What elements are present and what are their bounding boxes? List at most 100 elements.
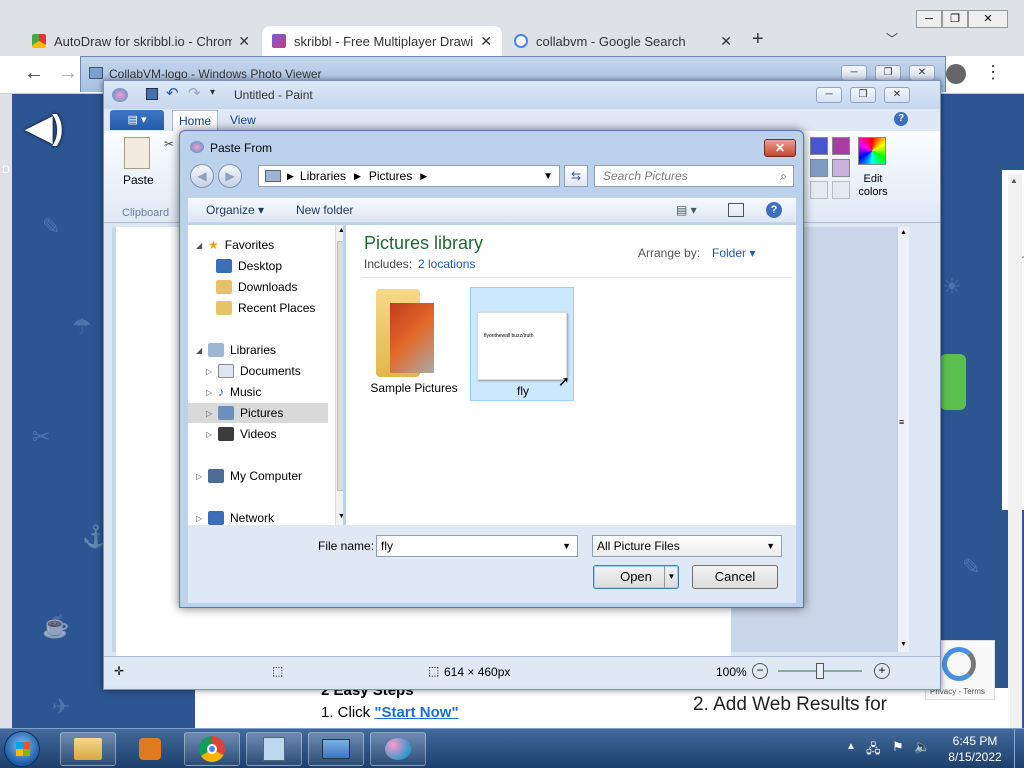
page-scrollbar[interactable]: ▲ ▼: [1008, 174, 1022, 728]
color-swatch[interactable]: [832, 137, 850, 155]
tab-close-icon[interactable]: ✕: [238, 33, 250, 50]
edit-colors-label[interactable]: Edit colors: [856, 173, 890, 199]
change-view-icon[interactable]: ▤ ▾: [676, 203, 697, 217]
cut-icon[interactable]: ✂: [164, 137, 174, 151]
address-dropdown-icon[interactable]: ▼: [543, 171, 553, 182]
paint-menu-button[interactable]: ▤ ▾: [110, 110, 164, 130]
zoom-out-button[interactable]: −: [752, 663, 768, 679]
chrome-minimize-button[interactable]: ─: [916, 10, 942, 28]
help-icon[interactable]: ?: [894, 112, 908, 126]
sound-toggle-icon[interactable]: ◀): [26, 108, 66, 148]
back-button[interactable]: ◀: [190, 164, 214, 188]
nav-libraries[interactable]: ◢ Libraries: [196, 340, 276, 360]
organize-button[interactable]: Organize ▾: [206, 203, 264, 217]
clock-time[interactable]: 6:45 PM: [940, 734, 1010, 748]
paint-app-icon[interactable]: [112, 88, 128, 102]
taskbar-explorer[interactable]: [60, 732, 116, 766]
play-button[interactable]: [940, 354, 966, 410]
start-now-link[interactable]: "Start Now": [374, 704, 458, 721]
edit-colors-icon[interactable]: [858, 137, 886, 165]
color-swatch[interactable]: [810, 181, 828, 199]
paste-icon[interactable]: [124, 137, 150, 169]
clock-date[interactable]: 8/15/2022: [940, 750, 1010, 764]
address-bar[interactable]: ▶ Libraries ▶ Pictures ▶ ▼: [258, 165, 560, 187]
filetype-dropdown-icon[interactable]: ▼: [766, 541, 775, 551]
filename-input[interactable]: fly ▼: [376, 535, 578, 557]
nav-pictures[interactable]: ▷ Pictures: [188, 403, 328, 423]
paint-close-button[interactable]: ✕: [884, 87, 910, 103]
tab-collabvm-search[interactable]: collabvm - Google Search ✕: [504, 26, 742, 56]
pv-minimize-button[interactable]: ─: [841, 65, 867, 81]
forward-arrow-icon[interactable]: →: [58, 62, 78, 85]
chrome-menu-icon[interactable]: ⋮: [984, 62, 1002, 83]
arrange-dropdown[interactable]: Folder ▾: [712, 246, 755, 260]
taskbar-media-player[interactable]: [122, 732, 178, 766]
volume-icon[interactable]: 🔈: [914, 739, 930, 755]
pv-restore-button[interactable]: ❐: [875, 65, 901, 81]
nav-music[interactable]: ▷ ♪ Music: [206, 382, 261, 402]
quick-access-dropdown-icon[interactable]: ▾: [210, 87, 215, 98]
zoom-slider-thumb[interactable]: [816, 663, 824, 679]
filetype-select[interactable]: All Picture Files ▼: [592, 535, 782, 557]
nav-videos[interactable]: ▷ Videos: [206, 424, 276, 444]
tab-close-icon[interactable]: ✕: [480, 33, 492, 50]
help-icon[interactable]: ?: [766, 202, 782, 218]
profile-avatar-icon[interactable]: [946, 64, 966, 84]
dialog-close-button[interactable]: ✕: [764, 139, 796, 157]
color-swatch[interactable]: [810, 159, 828, 177]
paint-maximize-button[interactable]: ❐: [850, 87, 876, 103]
open-button[interactable]: Open ▼: [593, 565, 679, 589]
back-arrow-icon[interactable]: ←: [24, 62, 44, 85]
nav-documents[interactable]: ▷ Documents: [206, 361, 301, 381]
breadcrumb-libraries[interactable]: Libraries: [300, 169, 346, 183]
preview-pane-icon[interactable]: [728, 203, 744, 217]
taskbar-paint[interactable]: [370, 732, 426, 766]
tab-skribbl[interactable]: skribbl - Free Multiplayer Drawin ✕: [262, 26, 502, 56]
show-desktop-button[interactable]: [1014, 729, 1024, 768]
chrome-close-button[interactable]: ✕: [968, 10, 1008, 28]
redo-icon[interactable]: ↷: [188, 84, 201, 102]
tab-view[interactable]: View: [230, 113, 256, 127]
paint-minimize-button[interactable]: ─: [816, 87, 842, 103]
nav-network[interactable]: ▷ Network: [196, 508, 274, 525]
undo-icon[interactable]: ↶: [166, 84, 179, 102]
tab-search-chevron-icon[interactable]: ﹀: [886, 30, 898, 47]
filename-dropdown-icon[interactable]: ▼: [562, 541, 571, 551]
breadcrumb-pictures[interactable]: Pictures: [369, 169, 412, 183]
color-swatch[interactable]: [810, 137, 828, 155]
nav-downloads[interactable]: Downloads: [216, 277, 297, 297]
chrome-restore-button[interactable]: ❐: [942, 10, 968, 28]
nav-desktop[interactable]: Desktop: [216, 256, 282, 276]
tab-close-icon[interactable]: ✕: [720, 33, 732, 50]
includes-link[interactable]: 2 locations: [418, 257, 475, 271]
zoom-in-button[interactable]: +: [874, 663, 890, 679]
cancel-button[interactable]: Cancel: [692, 565, 778, 589]
save-icon[interactable]: [146, 88, 158, 100]
paste-label[interactable]: Paste: [123, 173, 154, 187]
nav-scrollbar[interactable]: ▲ ▼: [335, 225, 343, 525]
new-tab-button[interactable]: +: [752, 28, 764, 51]
canvas-vertical-scrollbar[interactable]: ▲ ≡ ▼: [897, 227, 909, 652]
nav-favorites[interactable]: ◢ ★ Favorites: [196, 235, 274, 255]
taskbar-photo-viewer[interactable]: [308, 732, 364, 766]
action-center-icon[interactable]: ⚑: [892, 739, 904, 755]
folder-item[interactable]: Sample Pictures: [364, 285, 464, 397]
nav-my-computer[interactable]: ▷ My Computer: [196, 466, 302, 486]
search-input[interactable]: Search Pictures ⌕: [594, 165, 794, 187]
refresh-icon[interactable]: ⇆: [564, 165, 588, 187]
show-hidden-icons[interactable]: ▲: [846, 741, 856, 752]
search-icon[interactable]: ⌕: [780, 169, 787, 184]
color-swatch[interactable]: [832, 181, 850, 199]
tab-home[interactable]: Home: [172, 110, 218, 131]
start-button[interactable]: [4, 731, 40, 767]
taskbar-notepad[interactable]: [246, 732, 302, 766]
nav-recent-places[interactable]: Recent Places: [216, 298, 315, 318]
open-dropdown-icon[interactable]: ▼: [664, 566, 678, 588]
forward-button[interactable]: ▶: [218, 164, 242, 188]
color-swatch[interactable]: [832, 159, 850, 177]
network-tray-icon[interactable]: 🖧: [866, 740, 881, 762]
pv-close-button[interactable]: ✕: [909, 65, 935, 81]
tab-autodraw[interactable]: AutoDraw for skribbl.io - Chrome ✕: [22, 26, 260, 56]
taskbar-chrome[interactable]: [184, 732, 240, 766]
new-folder-button[interactable]: New folder: [296, 203, 353, 217]
